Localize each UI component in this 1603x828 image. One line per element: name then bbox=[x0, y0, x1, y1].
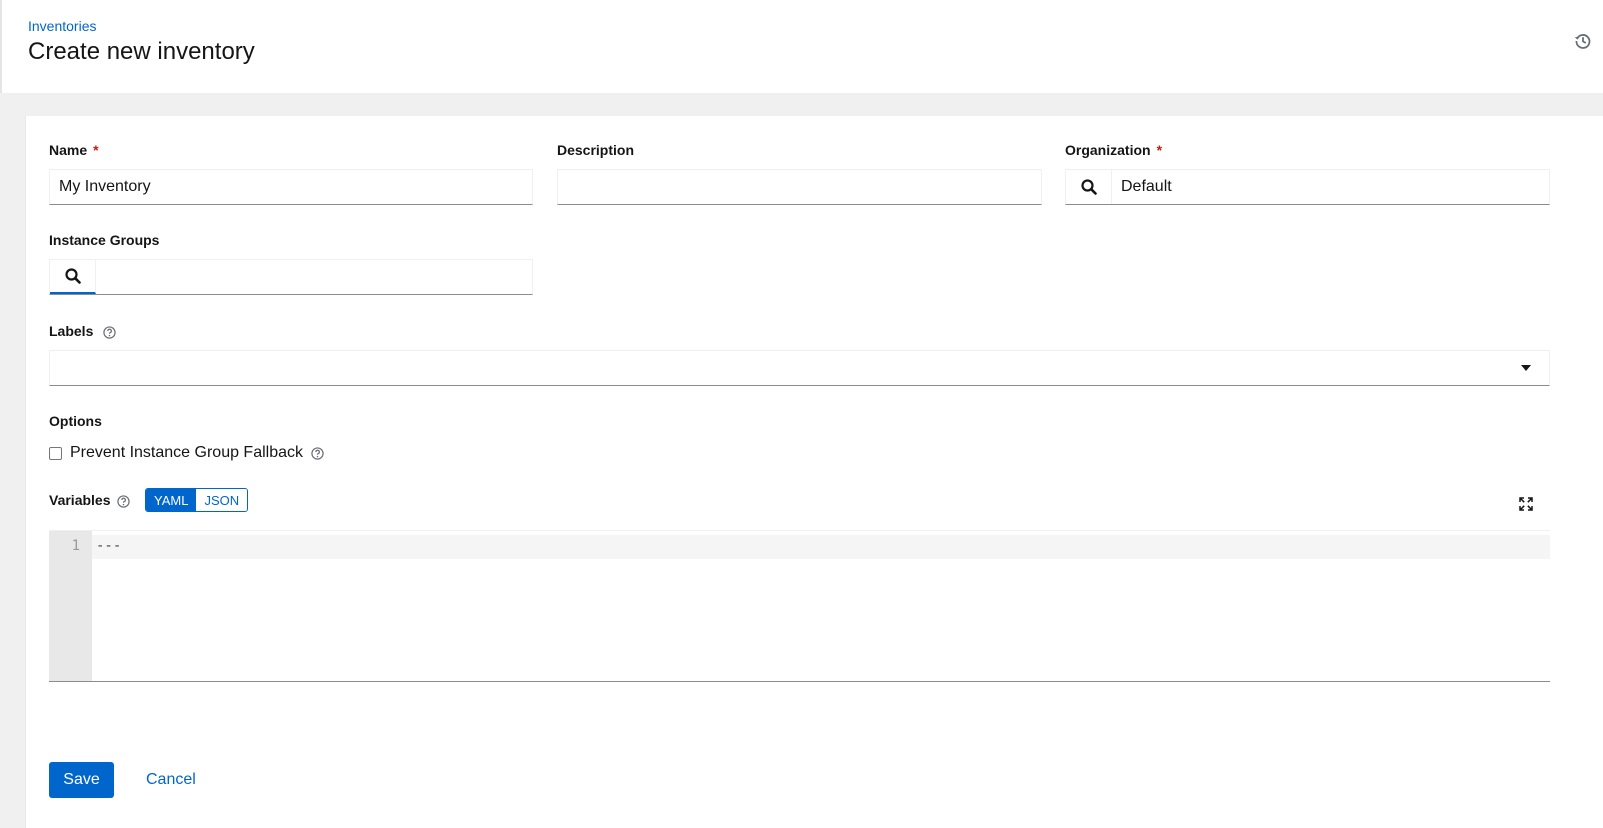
required-marker: * bbox=[1156, 142, 1163, 158]
search-icon bbox=[64, 268, 81, 284]
json-toggle[interactable]: JSON bbox=[196, 489, 248, 511]
line-number: 1 bbox=[71, 538, 80, 554]
prevent-fallback-checkbox[interactable] bbox=[49, 446, 62, 460]
variables-mode-toggle: YAML JSON bbox=[145, 488, 249, 512]
caret-down-icon bbox=[1521, 365, 1531, 371]
help-icon[interactable] bbox=[117, 495, 131, 508]
page-title: Create new inventory bbox=[28, 38, 255, 65]
labels-label: Labels bbox=[49, 323, 116, 339]
organization-lookup: Default bbox=[1065, 169, 1550, 205]
expand-icon bbox=[1519, 497, 1533, 511]
labels-label-text: Labels bbox=[49, 323, 94, 339]
instance-groups-search-button[interactable] bbox=[50, 260, 96, 294]
cancel-button[interactable]: Cancel bbox=[132, 762, 210, 798]
name-label: Name * bbox=[49, 142, 99, 158]
active-line-highlight bbox=[92, 535, 1550, 559]
expand-editor-button[interactable] bbox=[1516, 494, 1536, 514]
help-icon[interactable] bbox=[311, 446, 324, 460]
yaml-toggle[interactable]: YAML bbox=[146, 489, 197, 511]
editor-content[interactable]: --- bbox=[96, 538, 121, 554]
organization-search-button[interactable] bbox=[1066, 170, 1112, 204]
page-header: Inventories Create new inventory bbox=[0, 0, 1603, 93]
name-label-text: Name bbox=[49, 142, 88, 158]
variables-label: Variables bbox=[49, 492, 131, 508]
required-marker: * bbox=[93, 142, 99, 158]
organization-label: Organization * bbox=[1065, 142, 1162, 158]
prevent-fallback-row: Prevent Instance Group Fallback bbox=[49, 444, 324, 462]
search-icon bbox=[1080, 179, 1097, 195]
breadcrumb-inventories[interactable]: Inventories bbox=[28, 18, 96, 34]
instance-groups-value[interactable] bbox=[96, 260, 532, 294]
prevent-fallback-label[interactable]: Prevent Instance Group Fallback bbox=[70, 444, 303, 462]
description-label: Description bbox=[557, 142, 635, 158]
form-card bbox=[25, 116, 1603, 828]
organization-label-text: Organization bbox=[1065, 142, 1151, 158]
organization-value[interactable]: Default bbox=[1112, 170, 1549, 204]
save-button[interactable]: Save bbox=[49, 762, 114, 798]
history-button[interactable] bbox=[1572, 30, 1594, 52]
help-icon[interactable] bbox=[103, 326, 116, 339]
instance-groups-lookup bbox=[49, 259, 533, 295]
history-icon bbox=[1574, 34, 1591, 49]
labels-select[interactable] bbox=[49, 350, 1550, 386]
variables-code-editor[interactable]: 1 --- bbox=[49, 530, 1550, 682]
editor-gutter: 1 bbox=[49, 531, 92, 681]
instance-groups-label: Instance Groups bbox=[49, 232, 160, 248]
variables-label-text: Variables bbox=[49, 492, 111, 508]
description-input[interactable] bbox=[557, 169, 1042, 205]
options-label: Options bbox=[49, 413, 102, 429]
name-input[interactable] bbox=[49, 169, 533, 205]
